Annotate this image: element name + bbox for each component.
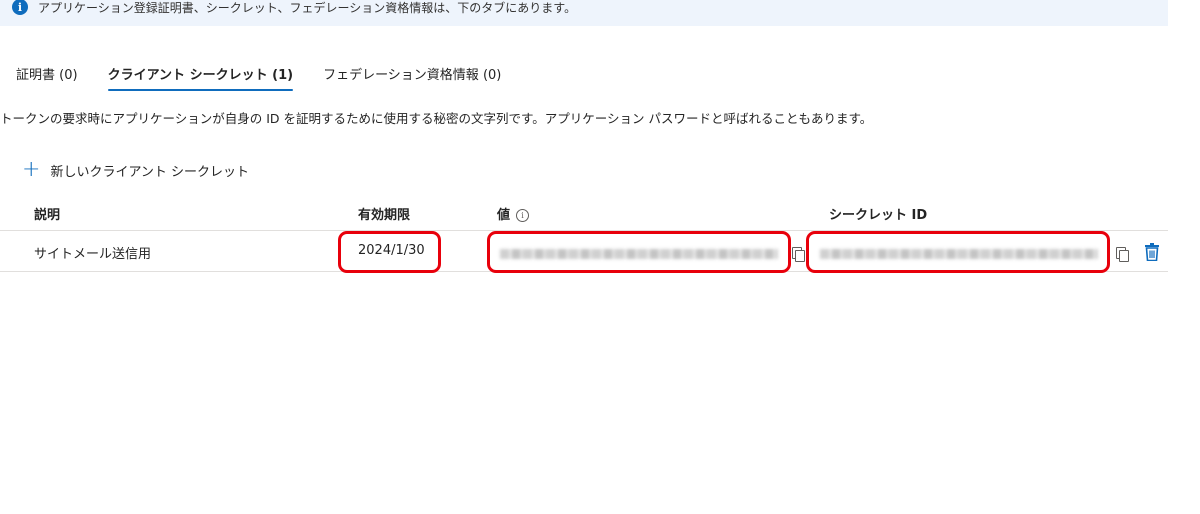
highlight-value <box>487 231 791 273</box>
info-icon: i <box>12 0 28 15</box>
tab-certificates[interactable]: 証明書 (0) <box>16 58 78 91</box>
new-client-secret-button[interactable]: + 新しいクライアント シークレット <box>22 157 250 182</box>
secret-description-cell: サイトメール送信用 <box>34 247 152 262</box>
copy-secret-id-icon[interactable] <box>1116 245 1130 262</box>
info-banner: i アプリケーション登録証明書、シークレット、フェデレーション資格情報は、下のタ… <box>0 0 1168 26</box>
tab-federated-credentials[interactable]: フェデレーション資格情報 (0) <box>323 58 501 91</box>
new-client-secret-label: 新しいクライアント シークレット <box>50 164 250 180</box>
secrets-table-header: 説明 有効期限 値i シークレット ID <box>0 200 1168 231</box>
secrets-description: トークンの要求時にアプリケーションが自身の ID を証明するために使用する秘密の… <box>0 111 873 126</box>
tab-client-secrets[interactable]: クライアント シークレット (1) <box>107 58 294 91</box>
highlight-expires <box>338 231 441 273</box>
tab-label: クライアント シークレット <box>107 68 268 83</box>
tab-count: (1) <box>272 68 294 83</box>
highlight-secret-id <box>806 231 1110 273</box>
column-header-expires[interactable]: 有効期限 <box>358 204 410 223</box>
copy-value-icon[interactable] <box>792 245 806 262</box>
tab-bar: 証明書 (0) クライアント シークレット (1) フェデレーション資格情報 (… <box>16 58 531 91</box>
tab-label: 証明書 <box>16 68 56 83</box>
client-secrets-page: i アプリケーション登録証明書、シークレット、フェデレーション資格情報は、下のタ… <box>0 0 1200 514</box>
tab-count: (0) <box>59 68 78 83</box>
tab-count: (0) <box>482 68 502 83</box>
column-header-value[interactable]: 値i <box>497 204 530 223</box>
column-header-secret-id[interactable]: シークレット ID <box>829 204 927 223</box>
plus-icon: + <box>22 157 41 182</box>
column-header-description[interactable]: 説明 <box>34 204 60 223</box>
column-header-value-label: 値 <box>497 208 511 223</box>
delete-icon[interactable] <box>1144 243 1160 261</box>
info-icon[interactable]: i <box>516 209 530 222</box>
banner-text: アプリケーション登録証明書、シークレット、フェデレーション資格情報は、下のタブに… <box>38 0 577 15</box>
tab-label: フェデレーション資格情報 <box>323 68 479 83</box>
